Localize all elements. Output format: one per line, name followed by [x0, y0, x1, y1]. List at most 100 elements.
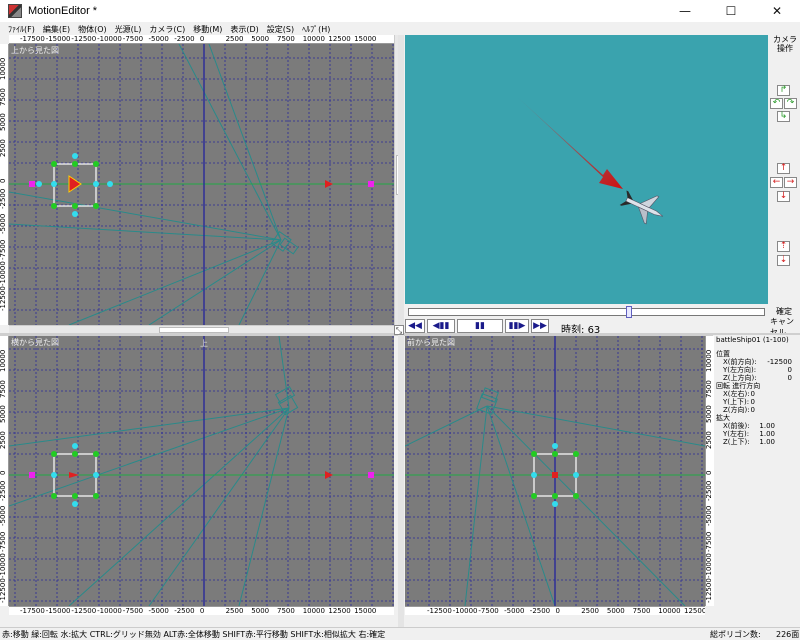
step-forward-button[interactable]: ▮▮▶	[505, 319, 529, 333]
top-view-title: 上から見た図	[11, 46, 59, 55]
menu-help[interactable]: ﾍﾙﾌﾟ(H)	[298, 24, 334, 35]
maximize-view-icon[interactable]: ⤡	[394, 325, 404, 335]
app-icon	[8, 4, 22, 18]
jet-plane-icon	[619, 190, 664, 225]
step-back-button[interactable]: ◀▮▮	[427, 319, 455, 333]
menu-move[interactable]: 移動(M)	[189, 24, 226, 35]
move-down-button[interactable]: ↓	[777, 191, 790, 202]
ruler-tick-label: 7500	[0, 379, 7, 398]
ruler-tick-label: 0	[199, 607, 205, 615]
rotate-up-button[interactable]: ↱	[777, 85, 790, 96]
menu-bar: ﾌｧｲﾙ(F) 編集(E) 物体(O) 光源(L) カメラ(C) 移動(M) 表…	[0, 22, 800, 36]
ruler-tick-label: 2500	[0, 431, 7, 450]
timeline-slider[interactable]	[408, 306, 765, 318]
scale-x-row[interactable]: X(前後): 1.00	[713, 422, 800, 430]
ruler-tick-label: 10000	[705, 349, 713, 372]
pause-button[interactable]: ▮▮	[457, 319, 503, 333]
top-view-horizontal-scrollbar[interactable]	[9, 325, 394, 333]
status-hint: 赤:移動 緑:回転 水:拡大 CTRL:グリッド無効 ALT赤:全体移動 SHI…	[2, 629, 386, 639]
ruler-tick-label: 15000	[354, 607, 377, 615]
menu-view[interactable]: 表示(D)	[226, 24, 262, 35]
move-up-button[interactable]: ↑	[777, 163, 790, 174]
ruler-tick-label: -10000	[0, 552, 7, 578]
ruler-tick-label: 5000	[606, 607, 625, 615]
zoom-out-button[interactable]: ⇣	[777, 255, 790, 266]
camera-canvas[interactable]	[405, 35, 768, 304]
ruler-tick-label: -7500	[0, 531, 7, 552]
ruler-tick-label: -12500	[71, 35, 97, 43]
rotate-left-button[interactable]: ↶	[770, 98, 783, 109]
fast-forward-button[interactable]: ▶▶	[531, 319, 549, 333]
ruler-tick-label: 7500	[705, 379, 713, 398]
ruler-tick-label: 7500	[277, 35, 295, 43]
rotation-header: 回転 進行方向	[716, 382, 761, 390]
ruler-tick-label: -2500	[705, 480, 713, 501]
menu-light[interactable]: 光源(L)	[111, 24, 146, 35]
front-view-vertical-ruler: 10000 7500 5000 2500 0 -2500 -5000 -7500 -10000-…	[705, 336, 714, 606]
rotation-y-row[interactable]: Y(上下): 0	[713, 398, 800, 406]
menu-camera[interactable]: カメラ(C)	[145, 24, 189, 35]
position-y-row[interactable]: Y(左方向): 0	[713, 366, 800, 374]
scale-z-row[interactable]: Z(上下): 1.00	[713, 438, 800, 446]
object-info-panel: battleShip01 (1-100) 位置 X(前方向): -12500 Y(…	[713, 335, 800, 627]
scale-y-row[interactable]: Y(左右): 1.00	[713, 430, 800, 438]
cancel-button[interactable]: キャンセル	[770, 317, 798, 337]
ruler-tick-label: -7500	[122, 607, 144, 615]
direction-arrow-icon	[513, 93, 623, 189]
minimize-button[interactable]: —	[662, 0, 708, 22]
ruler-tick-label: 5000	[251, 35, 270, 43]
ruler-tick-label: 5000	[0, 113, 7, 132]
menu-object[interactable]: 物体(O)	[74, 24, 111, 35]
zoom-in-button[interactable]: ⇡	[777, 241, 790, 252]
rotate-right-button[interactable]: ↷	[784, 98, 797, 109]
side-view-horizontal-ruler: -17500 -15000 -12500 -10000 -7500 -5000 -2500 0…	[9, 606, 394, 615]
maximize-button[interactable]: ☐	[708, 0, 754, 22]
ruler-tick-label: 5000	[251, 607, 270, 615]
move-right-button[interactable]: →	[784, 177, 797, 188]
top-view-vertical-ruler: 10000 7500 5000 2500 0 -2500 -5000 -7500-10000-…	[0, 44, 9, 325]
ruler-tick-label: -10000	[0, 260, 7, 286]
menu-settings[interactable]: 設定(S)	[263, 24, 298, 35]
ruler-tick-label: 2500	[225, 35, 244, 43]
ruler-tick-label: -7500	[478, 607, 499, 615]
side-view-pane[interactable]: 横から見た図 上	[9, 336, 394, 606]
rewind-button[interactable]: ◀◀	[405, 319, 425, 333]
move-left-button[interactable]: ←	[770, 177, 783, 188]
position-z-row[interactable]: Z(上方向): 0	[713, 374, 800, 382]
front-view-horizontal-ruler: -12500 -10000 -7500 -5000 -2500 0 2500 5000 7500…	[405, 606, 705, 615]
ruler-tick-label: -10000	[97, 35, 122, 43]
menu-edit[interactable]: 編集(E)	[39, 24, 74, 35]
title-bar: MotionEditor * — ☐ ✕	[0, 0, 800, 22]
timeline-knob[interactable]	[626, 306, 632, 318]
ruler-tick-label: 0	[705, 470, 713, 475]
ruler-tick-label: -5000	[705, 505, 713, 527]
front-view-pane[interactable]: 前から見た図	[405, 336, 705, 606]
ruler-tick-label: -12500	[705, 578, 713, 604]
ruler-tick-label: -5000	[0, 505, 7, 527]
side-view-title: 横から見た図	[11, 338, 59, 347]
ruler-tick-label: 7500	[0, 87, 7, 106]
close-button[interactable]: ✕	[754, 0, 800, 22]
ruler-tick-label: -12500	[0, 578, 7, 604]
rotate-down-button[interactable]: ↳	[777, 111, 790, 122]
ruler-tick-label: 0	[199, 35, 205, 43]
ruler-tick-label: -15000	[45, 35, 71, 43]
camera-view[interactable]	[405, 35, 768, 304]
scale-header: 拡大	[716, 414, 730, 422]
ruler-tick-label: -2500	[529, 607, 551, 615]
menu-file[interactable]: ﾌｧｲﾙ(F)	[4, 24, 39, 35]
ruler-tick-label: -5000	[0, 213, 7, 235]
position-header: 位置	[716, 350, 730, 358]
playback-bar: ◀◀ ◀▮▮ ▮▮ ▮▮▶ ▶▶ 時刻: 63	[405, 304, 768, 336]
rotation-x-row[interactable]: X(左右): 0	[713, 390, 800, 398]
top-view-pane[interactable]: 上から見た図	[9, 44, 394, 325]
rotation-z-row[interactable]: Z(方向): 0	[713, 406, 800, 414]
ruler-tick-label: -17500	[20, 607, 45, 615]
ruler-tick-label: 0	[555, 607, 560, 615]
top-view-canvas[interactable]	[9, 44, 394, 325]
ruler-tick-label: -5000	[148, 607, 169, 615]
ruler-tick-label: -10000	[452, 607, 478, 615]
position-x-row[interactable]: X(前方向): -12500	[713, 358, 800, 366]
side-view-canvas[interactable]	[9, 336, 394, 606]
front-view-canvas[interactable]	[405, 336, 705, 606]
